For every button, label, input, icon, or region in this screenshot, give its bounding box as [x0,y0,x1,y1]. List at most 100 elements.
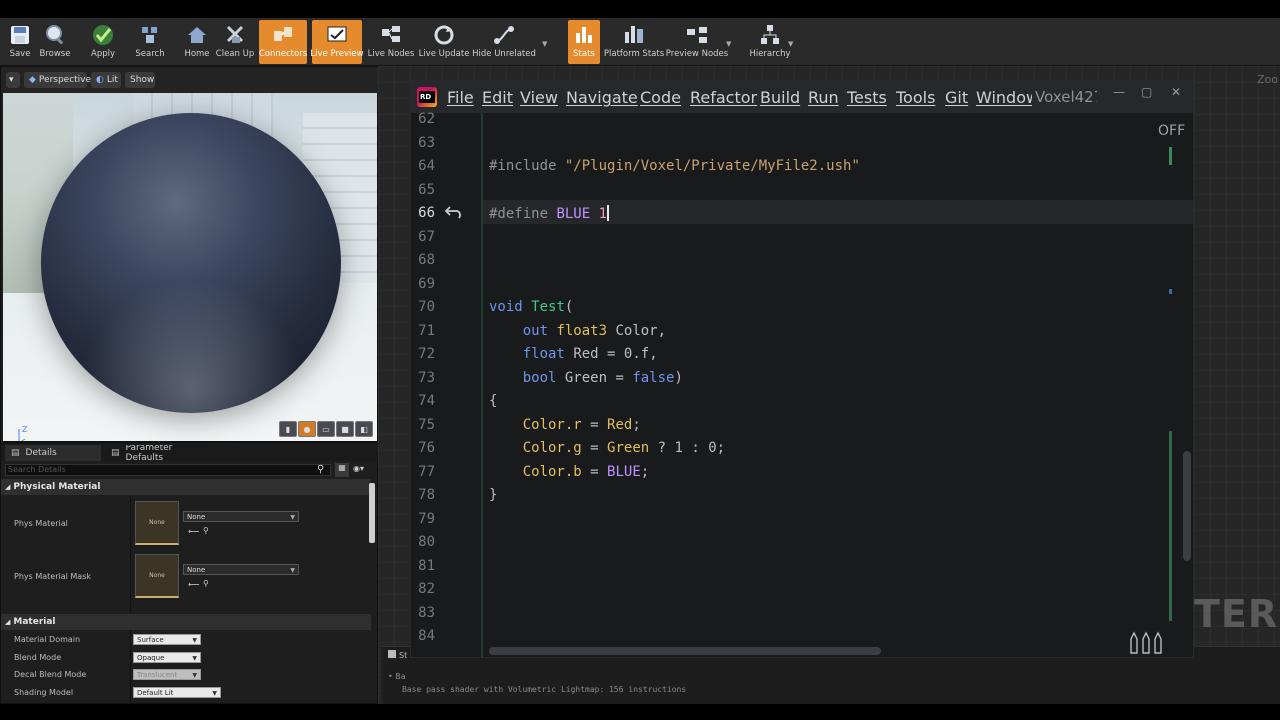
menu-edit[interactable]: Edit [482,88,513,107]
zoom-label: Zoo [1257,73,1278,86]
blend-mode-combo[interactable]: Opaque ▼ [133,652,201,663]
phys-material-thumbnail[interactable]: None [135,501,179,545]
viewport-scene[interactable]: Z ▮ ● ▭ ■ ◧ [3,93,377,441]
browse-button[interactable]: Browse [38,20,72,64]
phys-material-mask-combo[interactable]: None ▼ [183,564,299,575]
collapse-arrow-icon: ◢ [5,618,11,626]
show-button[interactable]: Show [125,72,155,88]
live-update-button[interactable]: Live Update [419,20,469,64]
assistant-pencils-icon[interactable] [1129,631,1165,655]
decal-blend-mode-combo: Translucent ▼ [133,669,201,680]
menu-build[interactable]: Build [760,88,800,107]
live-nodes-label: Live Nodes [367,49,415,59]
live-nodes-button[interactable]: Live Nodes [367,20,415,64]
view-options-icon[interactable]: ▦ [335,463,349,477]
show-label: Show [130,75,155,85]
menu-window[interactable]: Window [976,88,1032,107]
stats-tab[interactable]: St [388,650,407,660]
menu-git[interactable]: Git [945,88,968,107]
preview-nodes-dropdown-icon[interactable]: ▼ [726,40,731,48]
preview-sphere-highlight [41,113,341,413]
use-selected-arrow-icon[interactable]: ⟵ [188,580,199,589]
hide-unrelated-dropdown-icon[interactable]: ▼ [542,40,547,48]
operator: = [598,346,624,362]
minimize-icon[interactable]: — [1113,85,1125,99]
stats-button[interactable]: Stats [568,20,600,64]
property-divider [130,495,131,615]
menu-view[interactable]: View [520,88,558,107]
maximize-icon[interactable]: ▢ [1141,85,1152,99]
apply-icon [91,23,115,47]
cube-shape-button[interactable]: ■ [336,421,354,437]
literal: 1 [674,440,683,456]
ue-toolbar: Save Browse Apply Search Home Clean Up C… [0,18,1280,66]
variable: Color [522,464,565,480]
home-icon [185,23,209,47]
phys-material-combo[interactable]: None ▼ [183,511,299,522]
cylinder-shape-button[interactable]: ▮ [279,421,297,437]
teapot-shape-button[interactable]: ◧ [355,421,373,437]
search-button[interactable]: Search [134,20,166,64]
browse-asset-icon[interactable]: ⚲ [203,526,209,535]
eye-icon[interactable]: ◉▾ [353,464,364,473]
literal: 0.f [623,346,650,362]
connectors-button[interactable]: Connectors [259,20,307,64]
parameter-name: Color [615,323,658,339]
menu-run[interactable]: Run [808,88,839,107]
viewport-options-button[interactable]: ▾ [6,72,20,88]
phys-material-label: Phys Material [14,519,68,528]
connectors-label: Connectors [258,49,308,59]
revert-change-icon[interactable] [444,203,464,221]
literal: 0 [708,440,717,456]
sphere-shape-button[interactable]: ● [298,421,316,437]
clean-up-button[interactable]: Clean Up [216,20,254,64]
use-selected-arrow-icon[interactable]: ⟵ [188,527,199,536]
details-scrollbar[interactable] [369,483,375,543]
change-marker[interactable] [1169,289,1172,294]
shading-model-combo[interactable]: Default Lit ▼ [133,687,221,698]
literal: false [632,370,675,386]
apply-button[interactable]: Apply [88,20,118,64]
change-marker[interactable] [1169,147,1172,165]
code-editor[interactable]: #include "/Plugin/Voxel/Private/MyFile2.… [483,113,1173,657]
hierarchy-dropdown-icon[interactable]: ▼ [788,40,793,48]
inspection-off-badge[interactable]: OFF [1158,123,1185,139]
save-button[interactable]: Save [6,20,34,64]
menu-tests[interactable]: Tests [847,88,887,107]
menu-file[interactable]: File [447,88,474,107]
change-marker[interactable] [1169,431,1172,621]
browse-asset-icon[interactable]: ⚲ [203,579,209,588]
hierarchy-button[interactable]: Hierarchy [749,20,791,64]
physical-material-category[interactable]: ◢ Physical Material [1,479,371,495]
platform-stats-button[interactable]: Platform Stats [604,20,664,64]
live-preview-button[interactable]: Live Preview [310,20,364,64]
menu-refactor[interactable]: Refactor [690,88,757,107]
tab-details[interactable]: ▤ Details [5,445,101,461]
preview-nodes-button[interactable]: Preview Nodes [666,20,728,64]
include-path: "/Plugin/Voxel/Private/MyFile2.ush" [564,158,860,174]
close-icon[interactable]: ✕ [1171,85,1181,99]
hide-unrelated-button[interactable]: Hide Unrelated [472,20,536,64]
parameter-name: Green [564,370,608,386]
home-button[interactable]: Home [182,20,212,64]
menu-navigate[interactable]: Navigate [566,88,638,107]
plane-shape-button[interactable]: ▭ [317,421,335,437]
lit-button[interactable]: ◐ Lit [91,72,121,88]
material-category[interactable]: ◢ Material [1,614,371,630]
rider-logo-icon[interactable]: RD [417,87,437,107]
phys-material-mask-thumbnail[interactable]: None [135,554,179,598]
tab-parameter-defaults[interactable]: ▤ Parameter Defaults [105,445,211,461]
graph-watermark: TERIA [1194,592,1280,636]
perspective-button[interactable]: ◆ Perspective [24,72,91,88]
vertical-scrollbar[interactable] [1183,451,1191,561]
menu-tools[interactable]: Tools [896,88,935,107]
material-domain-combo[interactable]: Surface ▼ [133,634,201,645]
line-number: 72 [418,346,435,362]
decal-blend-mode-value: Translucent [137,670,178,679]
horizontal-scrollbar[interactable] [489,647,881,655]
include-directive: #include [489,158,557,174]
details-search-input[interactable]: Search Details [5,464,331,476]
menu-code[interactable]: Code [640,88,681,107]
tab-parameter-defaults-label: Parameter Defaults [125,445,173,461]
search-icon: ⚲ [317,464,325,475]
